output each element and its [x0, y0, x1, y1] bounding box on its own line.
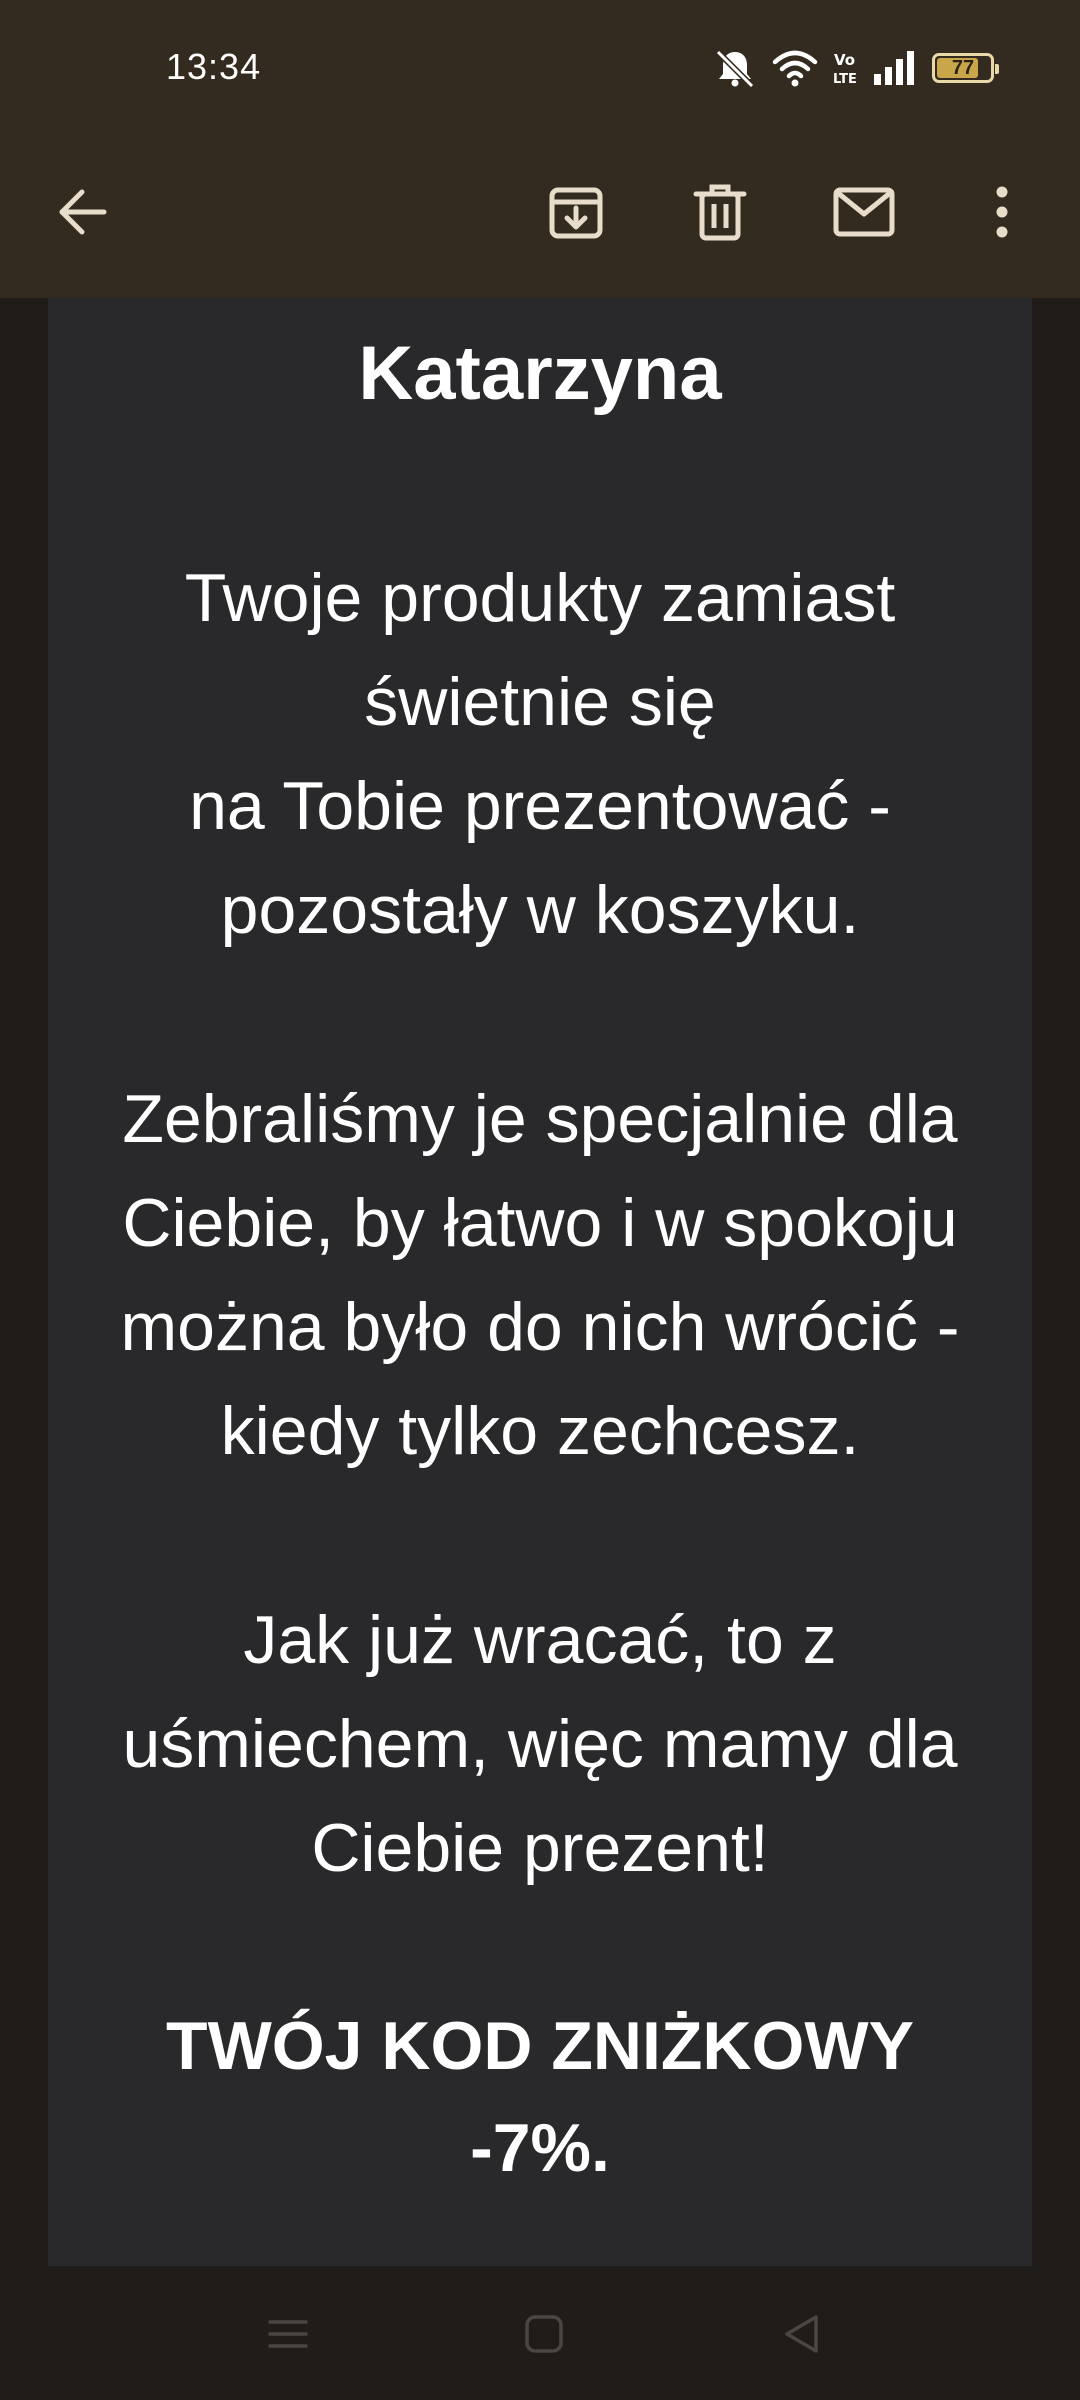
battery-icon: 77: [932, 53, 999, 83]
text-line: świetnie się: [364, 664, 716, 740]
paragraph-collected: Zebraliśmy je specjalnie dla Ciebie, by …: [48, 1067, 1032, 1483]
signal-icon: [872, 48, 918, 88]
discount-code-heading: TWÓJ KOD ZNIŻKOWY -7%.: [48, 1995, 1032, 2199]
text-line: kiedy tylko zechcesz.: [220, 1393, 860, 1469]
svg-text:Vo: Vo: [834, 51, 855, 69]
archive-icon: [546, 182, 606, 247]
back-button[interactable]: [38, 170, 126, 258]
discount-title: TWÓJ KOD ZNIŻKOWY: [166, 2008, 914, 2084]
recents-button[interactable]: [248, 2296, 328, 2376]
menu-icon: [266, 2314, 310, 2359]
volte-icon: Vo LTE: [832, 48, 858, 88]
status-time: 13:34: [166, 46, 262, 87]
text-line: Jak już wracać, to z: [243, 1602, 837, 1678]
status-icons: Vo LTE 77: [712, 46, 999, 90]
text-line: Ciebie prezent!: [311, 1810, 769, 1886]
paragraph-gift: Jak już wracać, to z uśmiechem, więc mam…: [48, 1588, 1032, 1900]
home-icon: [522, 2312, 566, 2361]
email-toolbar: [0, 130, 1080, 298]
nav-back-button[interactable]: [762, 2296, 842, 2376]
text-line: Twoje produkty zamiast: [184, 560, 896, 636]
home-button[interactable]: [504, 2296, 584, 2376]
delete-icon: [690, 182, 750, 247]
mark-unread-button[interactable]: [820, 170, 908, 258]
text-line: pozostały w koszyku.: [220, 872, 860, 948]
text-line: na Tobie prezentować -: [189, 768, 891, 844]
back-icon: [780, 2312, 824, 2361]
mark-unread-icon: [832, 184, 896, 245]
status-bar: 13:34 Vo LTE 77: [0, 0, 1080, 130]
text-line: Zebraliśmy je specjalnie dla: [122, 1081, 958, 1157]
text-line: uśmiechem, więc mamy dla: [122, 1706, 958, 1782]
more-options-icon: [992, 184, 1012, 245]
text-line: Ciebie, by łatwo i w spokoju: [122, 1185, 958, 1261]
system-nav-bar: [0, 2266, 1080, 2400]
wifi-icon: [772, 48, 818, 88]
back-arrow-icon: [54, 184, 110, 245]
battery-level: 77: [951, 56, 975, 79]
more-options-button[interactable]: [958, 170, 1046, 258]
archive-button[interactable]: [532, 170, 620, 258]
recipient-name: Katarzyna: [358, 331, 722, 416]
delete-button[interactable]: [676, 170, 764, 258]
discount-value: -7%.: [470, 2110, 610, 2186]
paragraph-abandoned-cart: Twoje produkty zamiast świetnie się na T…: [48, 546, 1032, 962]
text-line: można było do nich wrócić -: [120, 1289, 960, 1365]
bell-muted-icon: [712, 48, 758, 88]
svg-text:LTE: LTE: [833, 72, 857, 87]
